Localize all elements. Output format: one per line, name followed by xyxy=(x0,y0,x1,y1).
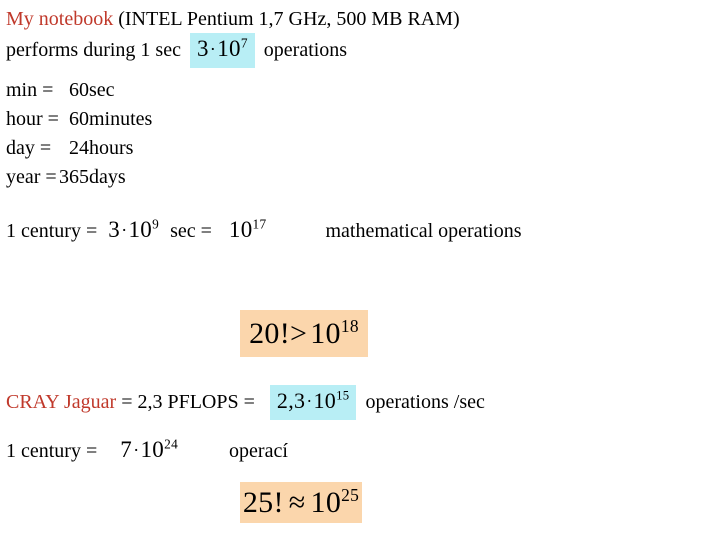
table-row: day = 24 hours xyxy=(6,134,152,163)
intro-line-1: My notebook (INTEL Pentium 1,7 GHz, 500 … xyxy=(6,6,460,32)
cray-exponent: 15 xyxy=(336,388,350,403)
unit-value: 60 xyxy=(68,79,89,101)
unit-measure: days xyxy=(88,166,126,188)
century-seconds-expression: 3·109 xyxy=(108,217,159,244)
multiplication-dot-icon: · xyxy=(209,38,217,59)
unit-value: 60 xyxy=(68,108,89,130)
factorial-25-base: 10 xyxy=(310,485,342,519)
century-result-exponent: 17 xyxy=(252,216,267,232)
factorial-20-relation: > xyxy=(290,316,308,350)
century-exponent: 9 xyxy=(152,216,160,232)
century-seconds-line: 1 century = 3·109 sec = 1017 mathematica… xyxy=(6,217,522,244)
century-ops-expression: 7·1024 xyxy=(120,437,178,464)
century-mantissa: 3 xyxy=(108,217,121,242)
performs-suffix: operations xyxy=(263,39,348,61)
cray-base: 10 xyxy=(313,388,337,413)
ops-base: 10 xyxy=(217,36,241,61)
century-ops-label: 1 century = xyxy=(6,440,98,462)
ops-mantissa: 3 xyxy=(196,36,209,61)
unit-name: day = xyxy=(6,137,52,159)
cray-suffix: operations /sec xyxy=(365,391,485,413)
cray-flops: = 2,3 PFLOPS = xyxy=(121,391,255,413)
century-seconds-unit: sec = xyxy=(170,220,212,242)
slide-canvas: My notebook (INTEL Pentium 1,7 GHz, 500 … xyxy=(0,0,720,540)
century-ops-base: 10 xyxy=(140,437,165,462)
factorial-25-left: 25! xyxy=(242,485,284,519)
unit-measure: minutes xyxy=(88,108,153,130)
cray-line: CRAY Jaguar = 2,3 PFLOPS = 2,3·1015 oper… xyxy=(6,385,485,420)
ops-per-second-expression: 3·107 xyxy=(189,33,255,68)
performs-prefix: performs during 1 sec xyxy=(6,39,181,61)
factorial-25-exponent: 25 xyxy=(341,484,360,505)
factorial-20-highlight-box: 20!> 1018 xyxy=(240,310,368,357)
unit-value: 365 xyxy=(58,166,89,188)
table-row: year = 365 days xyxy=(6,163,152,192)
device-spec: (INTEL Pentium 1,7 GHz, 500 MB RAM) xyxy=(113,8,460,30)
factorial-20-base: 10 xyxy=(310,316,341,350)
unit-value: 24 xyxy=(68,137,89,159)
factorial-25-highlight-box: 25! ≈1025 xyxy=(240,482,362,523)
ops-exponent: 7 xyxy=(240,35,248,51)
century-result-base: 10 xyxy=(228,217,253,242)
century-operations-expression: 1017 xyxy=(229,217,267,243)
unit-name: hour = xyxy=(6,108,59,130)
century-base: 10 xyxy=(128,217,153,242)
factorial-25-expression: 25! ≈1025 xyxy=(243,486,359,520)
cray-label: CRAY Jaguar xyxy=(6,391,117,413)
factorial-20-exponent: 18 xyxy=(340,315,359,336)
factorial-25-relation: ≈ xyxy=(288,485,306,519)
intro-line-2: performs during 1 sec 3·107 operations xyxy=(6,33,347,68)
multiplication-dot-icon: · xyxy=(133,439,140,460)
device-label: My notebook xyxy=(6,8,114,30)
century-result-caption: mathematical operations xyxy=(325,220,522,242)
unit-measure: hours xyxy=(88,137,134,159)
century-ops-mantissa: 7 xyxy=(120,437,133,462)
unit-name: year = xyxy=(6,166,57,188)
factorial-20-expression: 20!> 1018 xyxy=(249,317,359,351)
century-ops-caption: operací xyxy=(229,440,288,462)
multiplication-dot-icon: · xyxy=(306,390,313,411)
century-operations-line: 1 century = 7·1024 operací xyxy=(6,437,288,464)
cray-mantissa: 2,3 xyxy=(276,388,306,413)
table-row: min = 60 sec xyxy=(6,76,152,105)
table-row: hour = 60 minutes xyxy=(6,105,152,134)
unit-measure: sec xyxy=(88,79,115,101)
cray-ops-expression: 2,3·1015 xyxy=(269,385,357,420)
century-ops-exponent: 24 xyxy=(164,436,179,452)
units-table: min = 60 sec hour = 60 minutes day = 24 … xyxy=(6,76,152,192)
unit-name: min = xyxy=(6,79,54,101)
century-seconds-label: 1 century = xyxy=(6,220,98,242)
multiplication-dot-icon: · xyxy=(121,219,128,240)
factorial-20-left: 20! xyxy=(249,316,291,350)
